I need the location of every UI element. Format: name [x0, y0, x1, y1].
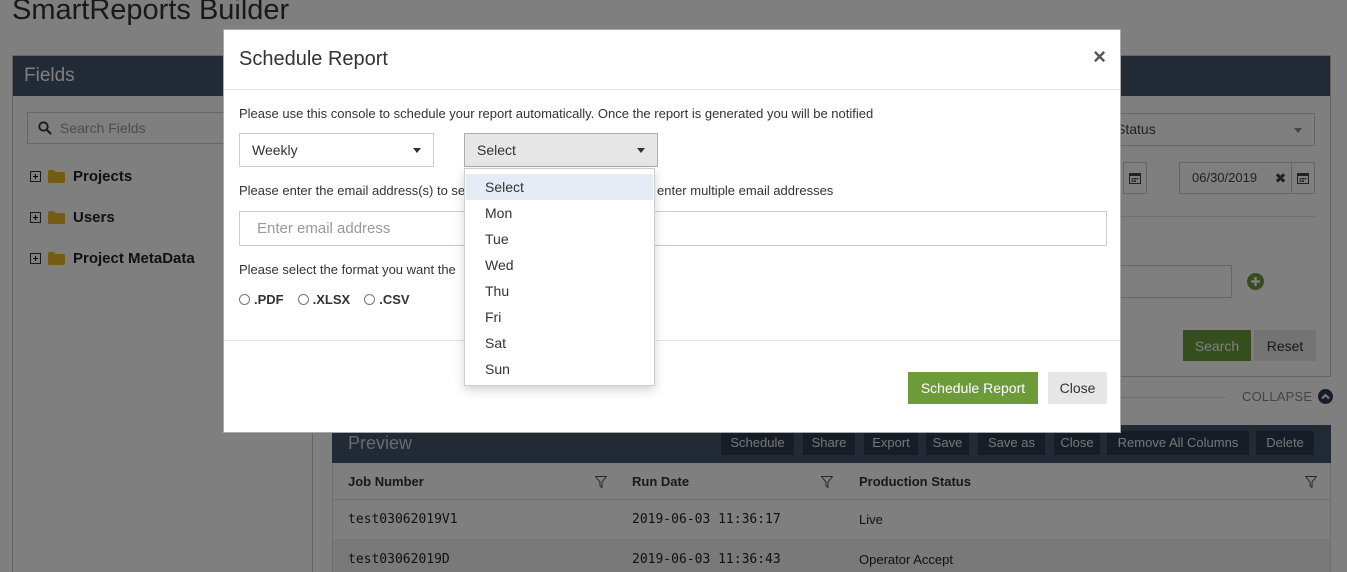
email-prompt-text-continued: enter multiple email addresses [657, 183, 834, 198]
dropdown-option-fri[interactable]: Fri [466, 304, 653, 330]
schedule-report-button[interactable]: Schedule Report [908, 372, 1038, 404]
radio-csv-label[interactable]: .CSV [379, 292, 409, 307]
radio-pdf[interactable] [239, 294, 250, 305]
modal-footer-divider [224, 340, 1120, 341]
format-radio-group: .PDF .XLSX .CSV [239, 292, 424, 307]
dropdown-option-thu[interactable]: Thu [466, 278, 653, 304]
dropdown-option-sat[interactable]: Sat [466, 330, 653, 356]
dropdown-option-mon[interactable]: Mon [466, 200, 653, 226]
frequency-select-value: Weekly [252, 142, 298, 158]
frequency-select[interactable]: Weekly [239, 133, 434, 167]
dropdown-option-wed[interactable]: Wed [466, 252, 653, 278]
radio-csv[interactable] [364, 294, 376, 305]
dropdown-option-select[interactable]: Select [466, 174, 653, 200]
schedule-report-modal: Schedule Report × Please use this consol… [223, 29, 1121, 433]
day-select[interactable]: Select [464, 133, 658, 167]
radio-xlsx-label[interactable]: .XLSX [313, 292, 351, 307]
day-dropdown-menu: Select Mon Tue Wed Thu Fri Sat Sun [464, 168, 655, 386]
day-select-value: Select [477, 142, 516, 158]
dropdown-option-sun[interactable]: Sun [466, 356, 653, 382]
chevron-down-icon [637, 148, 645, 153]
email-prompt-text: Please enter the email address(s) to se [239, 183, 466, 198]
modal-header-divider [224, 89, 1120, 90]
modal-title: Schedule Report [239, 48, 388, 70]
radio-pdf-label[interactable]: .PDF [254, 292, 284, 307]
chevron-down-icon [413, 148, 421, 153]
dropdown-option-tue[interactable]: Tue [466, 226, 653, 252]
close-button[interactable]: Close [1048, 372, 1107, 404]
format-prompt-text: Please select the format you want the [239, 262, 456, 277]
modal-intro-text: Please use this console to schedule your… [239, 106, 874, 121]
email-input[interactable]: Enter email address [239, 211, 1107, 246]
close-icon[interactable]: × [1093, 44, 1106, 70]
radio-xlsx[interactable] [297, 294, 309, 305]
app-root: SmartReports Builder Fields Search Field… [0, 0, 1347, 572]
